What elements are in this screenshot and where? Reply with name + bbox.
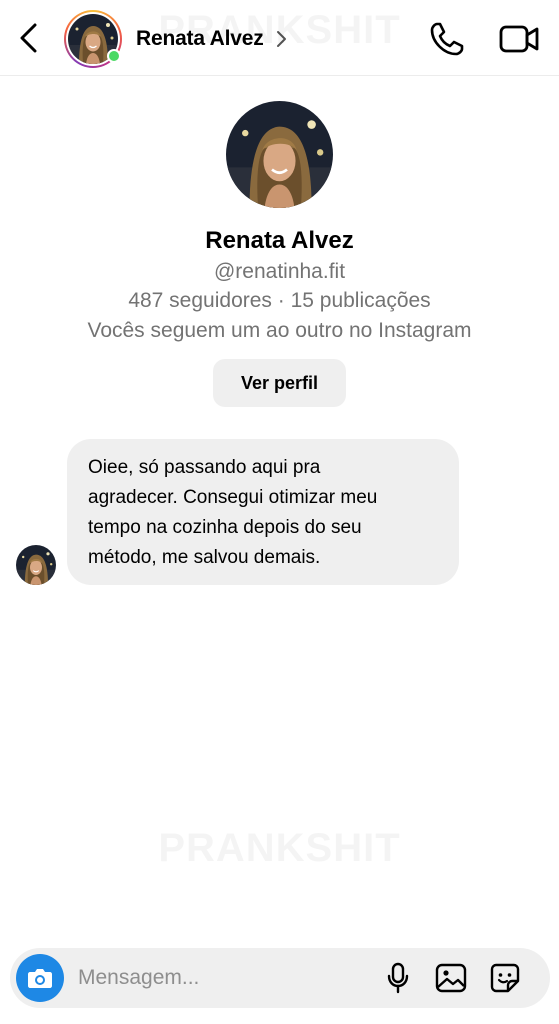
sticker-icon <box>490 963 520 993</box>
gallery-button[interactable] <box>434 961 468 995</box>
message-sender-avatar[interactable] <box>16 545 56 585</box>
message-bubble[interactable]: Oiee, só passando aqui pra agradecer. Co… <box>67 439 459 585</box>
mutual-follow-note: Vocês seguem um ao outro no Instagram <box>87 319 472 342</box>
profile-stats: 487 seguidores · 15 publicações <box>128 289 431 312</box>
image-icon <box>435 963 467 993</box>
message-composer <box>10 948 550 1008</box>
view-profile-button[interactable]: Ver perfil <box>213 359 346 407</box>
camera-icon <box>28 969 52 988</box>
voice-message-button[interactable] <box>384 961 412 995</box>
profile-handle: @renatinha.fit <box>213 260 346 283</box>
camera-button[interactable] <box>16 954 64 1002</box>
message-line: Oiee, só passando aqui pra <box>88 457 321 478</box>
profile-name: Renata Alvez <box>205 227 354 254</box>
message-line: tempo na cozinha depois do seu <box>88 517 362 538</box>
watermark: PRANKSHIT <box>0 826 559 871</box>
profile-avatar[interactable] <box>226 101 333 208</box>
microphone-icon <box>387 962 409 994</box>
message-line: agradecer. Consegui otimizar meu <box>88 487 378 508</box>
watermark: PRANKSHIT <box>0 8 559 53</box>
message-line: método, me salvou demais. <box>88 547 321 568</box>
message-input[interactable] <box>78 964 358 992</box>
sticker-button[interactable] <box>488 961 522 995</box>
